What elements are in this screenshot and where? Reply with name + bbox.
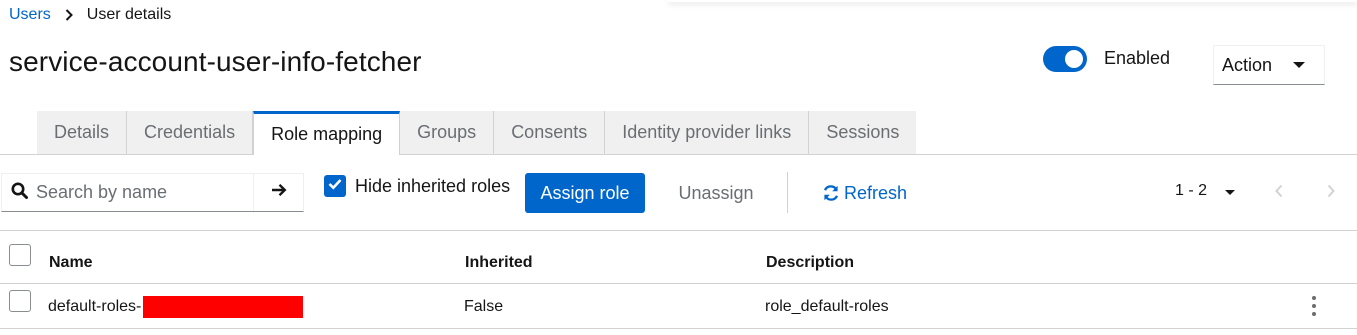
tab-label: Sessions	[826, 122, 900, 142]
tab-label: Identity provider links	[622, 122, 792, 142]
column-header-inherited: Inherited	[465, 254, 533, 271]
check-icon	[328, 177, 342, 195]
tab-label: Role mapping	[271, 124, 383, 144]
tab-label: Details	[54, 122, 110, 142]
column-header-description: Description	[766, 254, 855, 271]
tab-sessions[interactable]: Sessions	[809, 111, 917, 155]
hide-inherited-label: Hide inherited roles	[355, 176, 511, 196]
tab-label: Groups	[417, 122, 477, 142]
tab-identity-provider-links[interactable]: Identity provider links	[605, 111, 810, 155]
toolbar-divider	[0, 230, 1357, 231]
sync-icon	[822, 184, 840, 202]
tab-label: Consents	[511, 122, 588, 142]
enabled-toggle[interactable]	[1043, 46, 1087, 72]
enabled-label: Enabled	[1104, 48, 1171, 68]
pagination-range: 1 - 2	[1175, 182, 1208, 199]
toggle-knob	[1065, 50, 1083, 68]
tab-credentials[interactable]: Credentials	[127, 111, 254, 155]
pagination-caret-icon[interactable]	[1225, 190, 1235, 195]
tab-groups[interactable]: Groups	[400, 111, 495, 155]
chevron-right-icon[interactable]	[1327, 184, 1335, 203]
top-overlay-edge	[668, 0, 1357, 2]
toolbar-separator	[787, 172, 788, 213]
refresh-button[interactable]: Refresh	[822, 173, 907, 213]
breadcrumb: Users User details	[9, 5, 171, 25]
row-description: role_default-roles	[765, 298, 889, 315]
tab-consents[interactable]: Consents	[494, 111, 606, 155]
chevron-left-icon[interactable]	[1275, 184, 1283, 203]
breadcrumb-users-link[interactable]: Users	[9, 6, 51, 24]
select-all-checkbox[interactable]	[9, 244, 31, 266]
search-field	[2, 174, 254, 211]
hide-inherited-checkbox[interactable]	[324, 175, 346, 197]
tab-label: Credentials	[144, 122, 236, 142]
row-select-checkbox[interactable]	[9, 290, 31, 312]
assign-role-button[interactable]: Assign role	[525, 173, 645, 213]
search-submit-button[interactable]	[254, 174, 303, 211]
row-inherited: False	[464, 298, 504, 315]
search-icon	[11, 182, 28, 204]
page-title: service-account-user-info-fetcher	[9, 46, 422, 77]
column-header-name[interactable]: Name	[49, 254, 93, 272]
table-row-divider	[0, 328, 1357, 329]
search-input[interactable]	[36, 182, 236, 203]
unassign-button[interactable]: Unassign	[664, 173, 768, 213]
arrow-right-icon	[271, 183, 287, 202]
redaction-block	[143, 296, 303, 318]
tab-role-mapping[interactable]: Role mapping	[253, 111, 401, 155]
action-dropdown-label: Action	[1222, 54, 1273, 75]
chevron-right-icon	[65, 9, 75, 21]
unassign-label: Unassign	[678, 182, 754, 203]
row-name: default-roles-	[48, 298, 142, 315]
tab-details[interactable]: Details	[37, 111, 128, 155]
caret-down-icon	[1293, 62, 1305, 68]
refresh-label: Refresh	[844, 182, 908, 203]
kebab-icon[interactable]	[1311, 296, 1317, 316]
breadcrumb-current: User details	[86, 6, 172, 23]
search-box	[1, 173, 304, 212]
table-header-divider	[0, 283, 1357, 284]
tab-bar: Details Credentials Role mapping Groups …	[37, 111, 917, 155]
assign-role-label: Assign role	[540, 182, 630, 203]
action-dropdown[interactable]: Action	[1213, 45, 1325, 85]
